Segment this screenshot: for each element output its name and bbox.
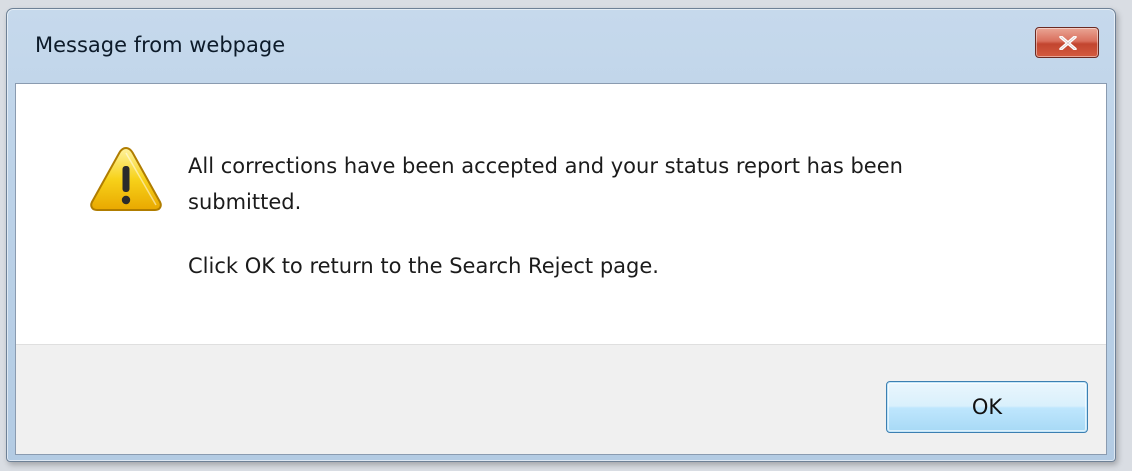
dialog-body: All corrections have been accepted and y…: [15, 83, 1107, 455]
dialog-titlebar[interactable]: Message from webpage: [7, 9, 1115, 83]
dialog-button-bar: OK: [16, 344, 1106, 454]
message-line-1-cont: submitted.: [188, 190, 302, 214]
message-dialog: Message from webpage All corrections hav…: [6, 8, 1116, 462]
dialog-title: Message from webpage: [35, 33, 286, 57]
warning-icon: [90, 146, 162, 211]
message-text-primary: All corrections have been accepted and y…: [188, 148, 903, 220]
message-area: All corrections have been accepted and y…: [16, 84, 1106, 344]
message-line-1: All corrections have been accepted and y…: [188, 154, 903, 178]
message-text-secondary: Click OK to return to the Search Reject …: [188, 254, 659, 278]
close-icon: [1059, 36, 1077, 50]
ok-button[interactable]: OK: [886, 381, 1088, 433]
close-button[interactable]: [1035, 27, 1099, 58]
